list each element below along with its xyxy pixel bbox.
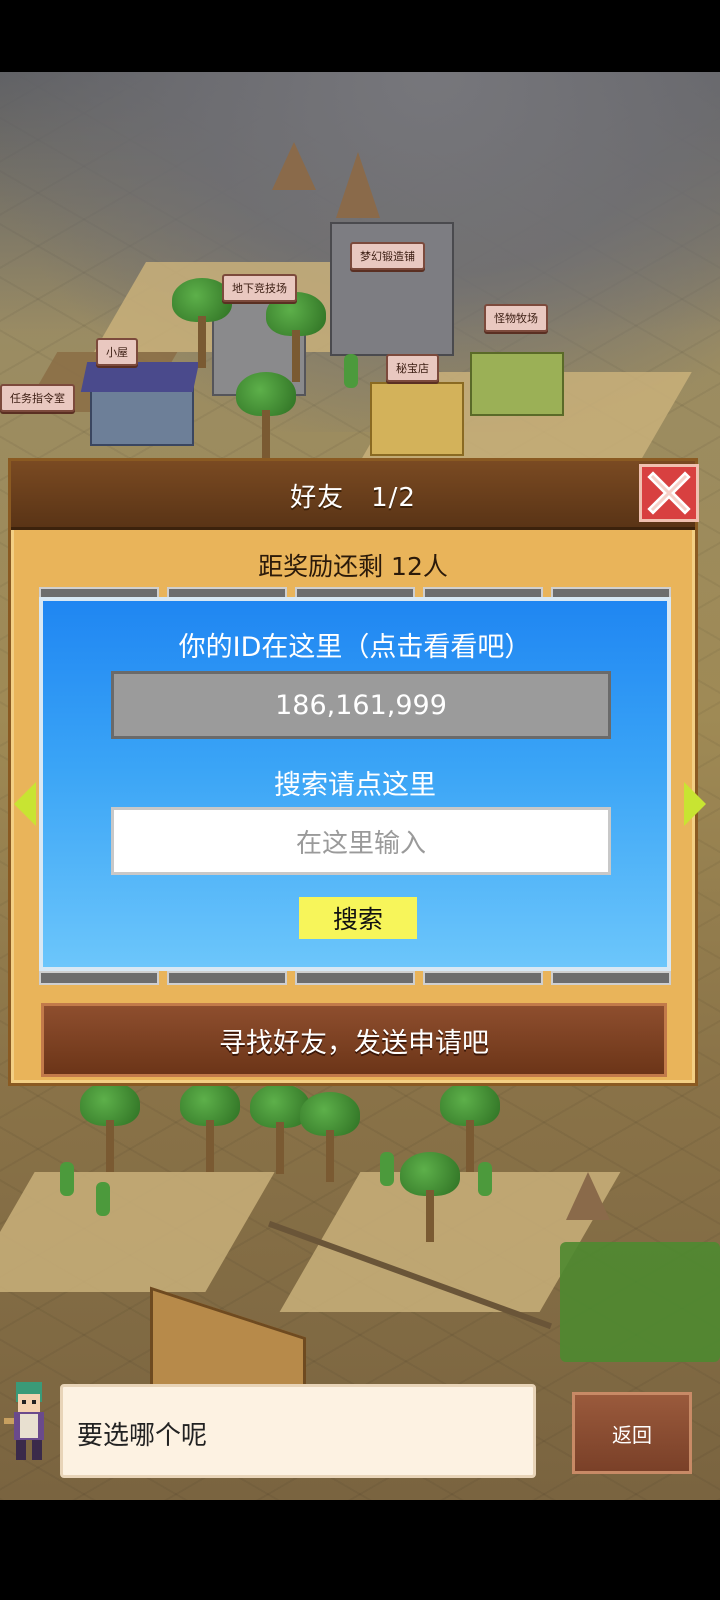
map-label-quest-room[interactable]: 任务指令室 bbox=[0, 384, 75, 412]
close-button[interactable] bbox=[639, 464, 699, 522]
page-tab[interactable] bbox=[551, 971, 671, 985]
page-tab[interactable] bbox=[39, 971, 159, 985]
character-avatar-icon bbox=[4, 1382, 44, 1460]
dialog-title: 好友 1/2 bbox=[290, 483, 416, 513]
rock bbox=[566, 1172, 610, 1220]
map-label-dream-forge[interactable]: 梦幻锻造铺 bbox=[350, 242, 425, 270]
map-label-monster-ranch[interactable]: 怪物牧场 bbox=[484, 304, 548, 332]
find-friends-button[interactable]: 寻找好友，发送申请吧 bbox=[41, 1003, 667, 1077]
palm-tree bbox=[300, 1092, 360, 1182]
status-bar bbox=[0, 0, 720, 72]
page-tabs-bottom bbox=[39, 971, 671, 985]
page-tab[interactable] bbox=[167, 971, 287, 985]
rock-spire bbox=[336, 152, 380, 218]
friends-dialog: 好友 1/2 距奖励还剩 12人 你的ID在这里（点击看看吧） 186,161,… bbox=[8, 458, 699, 1086]
id-caption[interactable]: 你的ID在这里（点击看看吧） bbox=[43, 625, 667, 664]
search-button[interactable]: 搜索 bbox=[299, 897, 417, 939]
back-button[interactable]: 返回 bbox=[572, 1392, 692, 1474]
palm-tree bbox=[80, 1082, 140, 1172]
palm-tree bbox=[440, 1082, 500, 1172]
search-caption: 搜索请点这里 bbox=[274, 770, 436, 801]
friend-id-panel: 你的ID在这里（点击看看吧） 186,161,999 搜索请点这里 在这里输入 … bbox=[39, 597, 671, 971]
cactus bbox=[380, 1152, 394, 1186]
page-tab[interactable] bbox=[295, 971, 415, 985]
palm-tree bbox=[236, 372, 296, 462]
page-tab[interactable] bbox=[423, 971, 543, 985]
grass-patch bbox=[560, 1242, 720, 1362]
treasure-shop-building[interactable] bbox=[370, 382, 464, 456]
palm-tree bbox=[180, 1082, 240, 1172]
cactus bbox=[478, 1162, 492, 1196]
map-label-underground-arena[interactable]: 地下竞技场 bbox=[222, 274, 297, 302]
close-icon bbox=[647, 471, 691, 515]
dialog-header: 好友 1/2 bbox=[11, 461, 699, 530]
map-label-treasure-shop[interactable]: 秘宝店 bbox=[386, 354, 439, 382]
cactus bbox=[60, 1162, 74, 1196]
cactus bbox=[344, 354, 358, 388]
search-input[interactable]: 在这里输入 bbox=[111, 807, 611, 875]
rock-spire bbox=[272, 142, 316, 190]
message-box[interactable]: 要选哪个呢 bbox=[60, 1384, 536, 1478]
player-id-box[interactable]: 186,161,999 bbox=[111, 671, 611, 739]
arrow-left-icon[interactable] bbox=[14, 782, 36, 826]
palm-tree bbox=[266, 292, 326, 382]
navigation-bar bbox=[0, 1500, 720, 1600]
monster-ranch-building[interactable] bbox=[470, 352, 564, 416]
cactus bbox=[96, 1182, 110, 1216]
arrow-right-icon[interactable] bbox=[684, 782, 706, 826]
message-text: 要选哪个呢 bbox=[77, 1421, 208, 1451]
sand-tile bbox=[0, 1172, 275, 1292]
map-label-cottage[interactable]: 小屋 bbox=[96, 338, 138, 366]
reward-remaining-text: 距奖励还剩 12人 bbox=[258, 552, 448, 581]
